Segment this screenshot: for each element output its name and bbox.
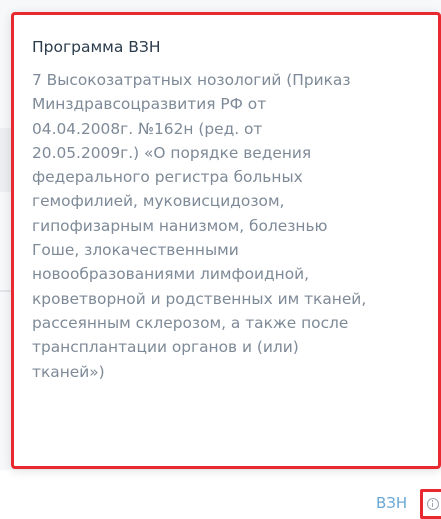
tooltip-title: Программа ВЗН xyxy=(32,38,161,56)
program-link[interactable]: ВЗН xyxy=(376,494,407,512)
info-icon xyxy=(427,498,439,510)
program-tooltip: Программа ВЗН 7 Высокозатратных нозологи… xyxy=(11,12,441,469)
tooltip-description: 7 Высокозатратных нозологий (Приказ Минз… xyxy=(32,71,367,381)
